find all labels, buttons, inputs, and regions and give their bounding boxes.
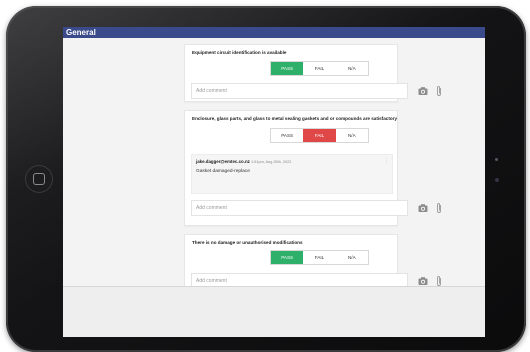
- pass-fail-toggle: PASS FAIL N/A: [270, 61, 369, 76]
- sensor-dot: [495, 178, 499, 182]
- camera-icon[interactable]: [418, 86, 428, 96]
- paperclip-icon[interactable]: [435, 202, 443, 214]
- inspection-card: Enclosure, glass parts, and glass to met…: [184, 110, 441, 226]
- na-option[interactable]: N/A: [336, 251, 368, 264]
- pass-fail-toggle: PASS FAIL N/A: [270, 250, 369, 265]
- comment-input[interactable]: Add comment: [191, 83, 408, 99]
- more-vertical-icon[interactable]: ⋮: [384, 158, 389, 164]
- pass-option[interactable]: PASS: [271, 251, 304, 264]
- comment-row: Add comment: [191, 83, 441, 99]
- paperclip-icon[interactable]: [435, 85, 443, 97]
- note-text: Gasket damaged-replace: [196, 169, 250, 174]
- tablet-screen: General Equipment circuit identification…: [63, 27, 485, 337]
- app-header: General: [63, 27, 485, 38]
- comment-row: Add comment: [191, 200, 441, 216]
- question-text: Equipment circuit identification is avai…: [192, 50, 287, 55]
- fail-option[interactable]: FAIL: [303, 62, 335, 75]
- na-option[interactable]: N/A: [336, 62, 368, 75]
- pass-option[interactable]: PASS: [271, 62, 304, 75]
- pass-fail-toggle: PASS FAIL N/A: [270, 128, 369, 143]
- question-text: Enclosure, glass parts, and glass to met…: [192, 116, 398, 121]
- pass-option[interactable]: PASS: [271, 129, 303, 142]
- front-camera: [495, 158, 498, 161]
- fail-option[interactable]: FAIL: [303, 129, 336, 142]
- page-title: General: [66, 28, 96, 37]
- home-button[interactable]: [25, 165, 53, 193]
- inspection-card: Equipment circuit identification is avai…: [184, 44, 441, 102]
- na-option[interactable]: N/A: [336, 129, 368, 142]
- question-text: There is no damage or unauthorised modif…: [192, 240, 303, 245]
- note-author: jake.dagger@emtec.co.nz: [196, 159, 250, 164]
- bottom-panel: [63, 286, 485, 337]
- comment-note: jake.dagger@emtec.co.nz 1:51pm, Aug 25th…: [191, 154, 393, 194]
- camera-icon[interactable]: [418, 203, 428, 213]
- note-timestamp: 1:51pm, Aug 25th, 2022: [251, 160, 292, 164]
- comment-input[interactable]: Add comment: [191, 200, 408, 216]
- fail-option[interactable]: FAIL: [303, 251, 335, 264]
- camera-icon[interactable]: [418, 276, 428, 286]
